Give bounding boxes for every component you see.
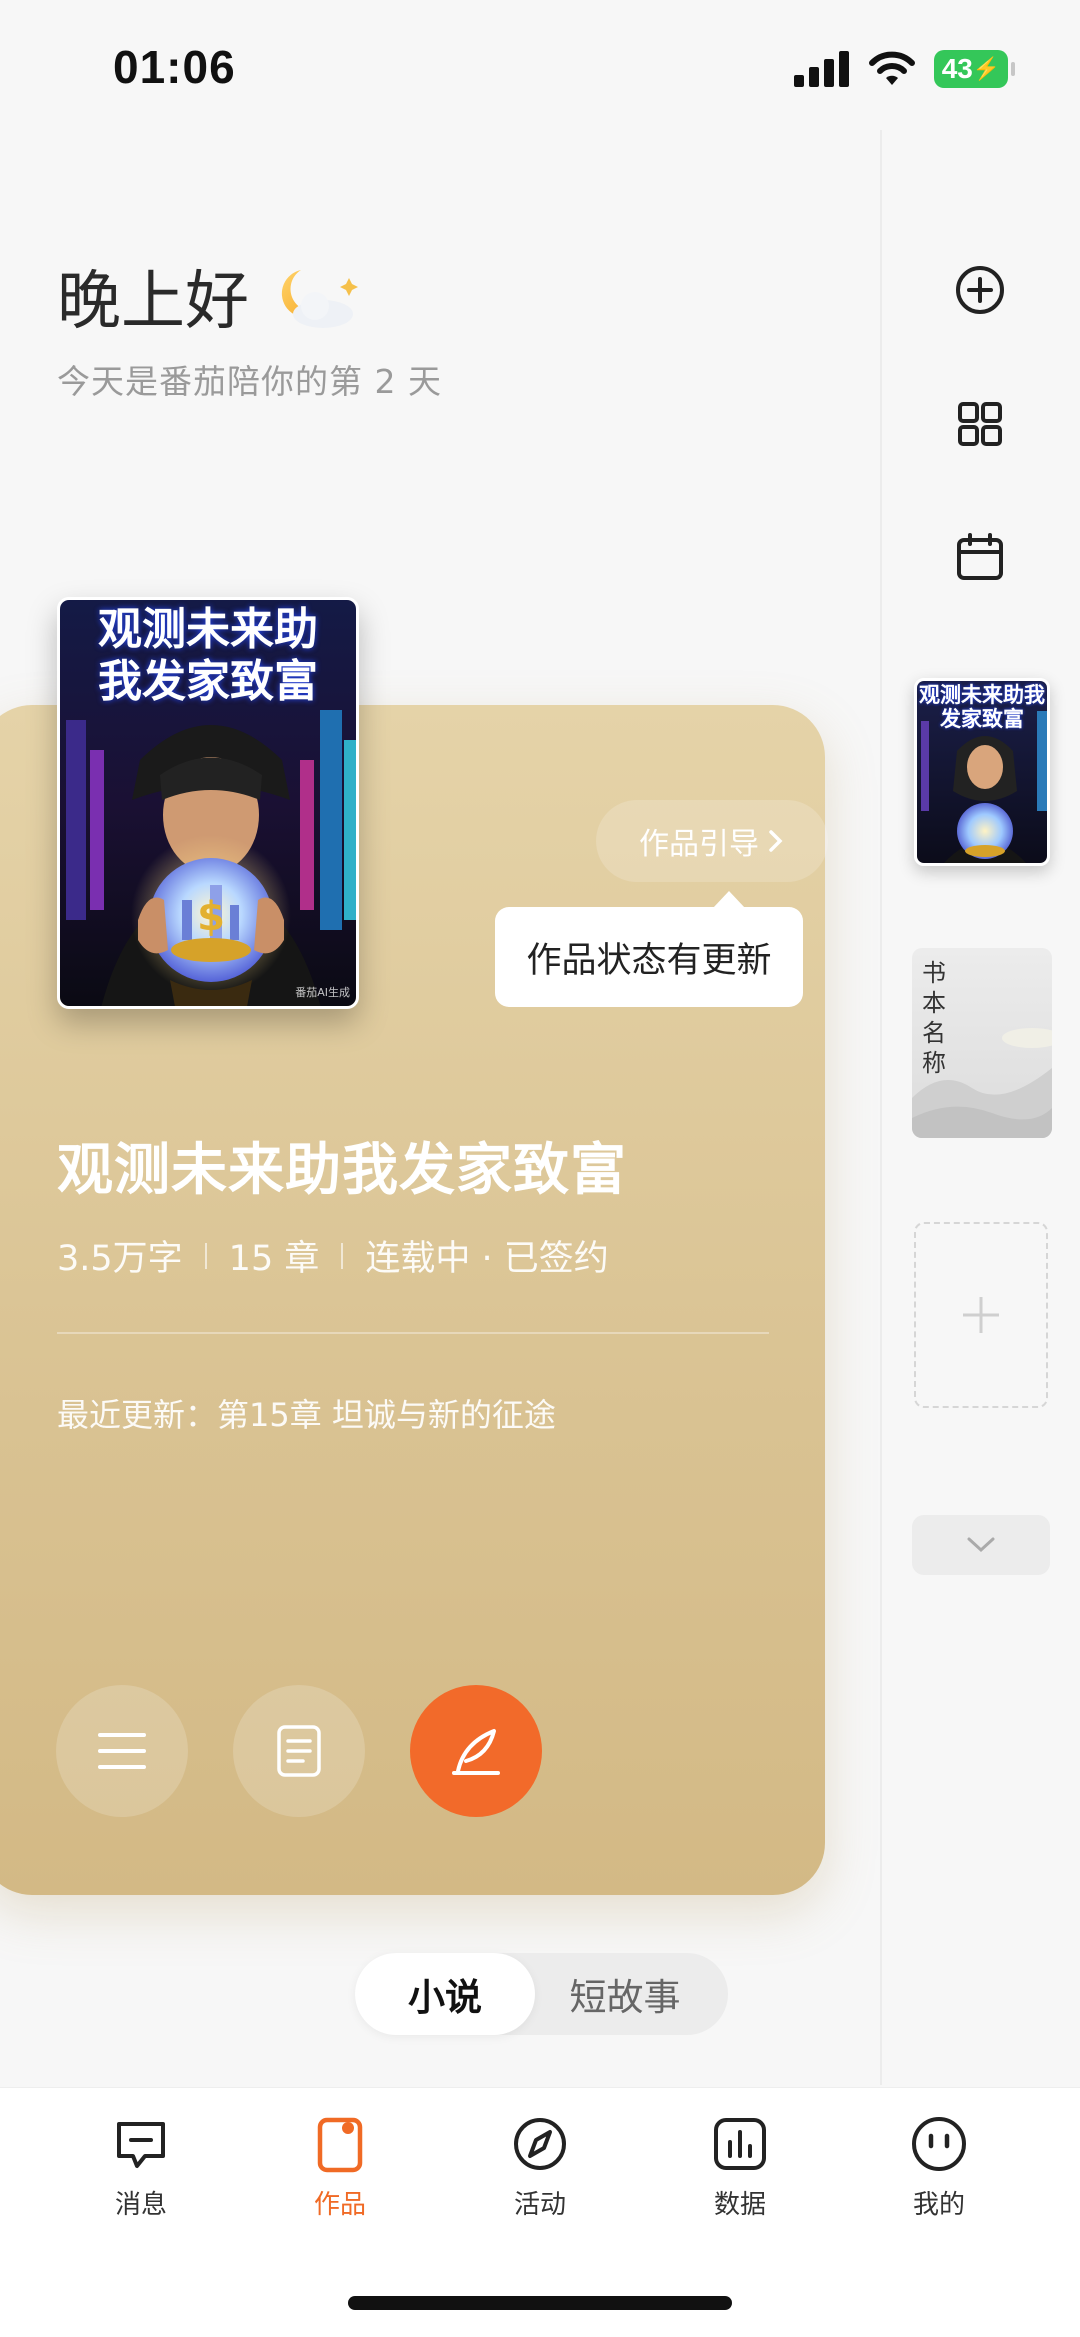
cover-watermark: 番茄AI生成: [295, 986, 350, 999]
book-status: 连载中 · 已签约: [365, 1239, 609, 1279]
greeting-subtitle: 今天是番茄陪你的第 2 天: [57, 362, 442, 401]
status-update-tooltip: 作品状态有更新: [495, 891, 803, 1007]
menu-button[interactable]: [56, 1685, 188, 1817]
greeting-title: 晚上好: [57, 250, 359, 342]
rail-cover-title: 观测未来助我发家致富: [919, 683, 1045, 731]
wifi-icon: [869, 51, 915, 85]
svg-text:$: $: [197, 894, 225, 940]
menu-icon: [98, 1733, 146, 1769]
cover-title: 观测未来助 我发家致富: [60, 604, 356, 708]
work-guide-button[interactable]: 作品引导: [596, 800, 828, 882]
nav-label-profile: 我的: [912, 2190, 965, 2220]
grid-icon[interactable]: [950, 394, 1010, 454]
word-count: 3.5万字: [57, 1239, 183, 1279]
cover-title-line2: 我发家致富: [98, 656, 318, 707]
calendar-icon[interactable]: [950, 528, 1010, 588]
message-icon: [117, 2122, 165, 2168]
work-guide-label: 作品引导: [639, 827, 759, 862]
status-time: 01:06: [113, 41, 236, 93]
type-segment[interactable]: 小说 短故事: [355, 1953, 728, 2035]
battery-level: 43: [941, 53, 973, 84]
chapter-count: 15 章: [228, 1239, 320, 1279]
add-circle-icon[interactable]: [950, 260, 1010, 320]
latest-update[interactable]: 最近更新：第15章 坦诚与新的征途: [57, 1390, 556, 1436]
nav-label-messages: 消息: [114, 2190, 167, 2220]
compass-icon: [514, 2118, 566, 2170]
add-book-button[interactable]: [914, 1222, 1048, 1408]
battery-indicator: 43 ⚡: [934, 50, 1015, 88]
works-icon: [317, 2117, 363, 2173]
write-button[interactable]: [410, 1685, 542, 1817]
chapter-list-button[interactable]: [233, 1685, 365, 1817]
nav-label-data: 数据: [713, 2190, 766, 2220]
nav-label-activities: 活动: [513, 2190, 566, 2220]
book-title: 观测未来助我发家致富: [57, 1138, 627, 1203]
greeting-text: 晚上好: [57, 265, 249, 339]
moon-cloud-icon: [281, 270, 358, 328]
chevron-down-icon: [967, 1537, 995, 1553]
rail-book-cover-placeholder[interactable]: 书本名称: [912, 948, 1052, 1138]
chevron-right-icon: [769, 830, 783, 852]
nav-data[interactable]: 数据: [680, 2114, 800, 2221]
home-indicator[interactable]: [348, 2296, 732, 2310]
rail-book-cover-selected[interactable]: 观测未来助我发家致富: [914, 678, 1050, 866]
card-divider: [57, 1332, 769, 1334]
nav-activities[interactable]: 活动: [480, 2114, 600, 2221]
book-meta: 3.5万字 15 章 连载中 · 已签约: [57, 1230, 609, 1281]
nav-label-works: 作品: [313, 2190, 366, 2220]
quill-icon: [452, 1729, 500, 1775]
document-icon: [277, 1725, 321, 1777]
nav-works[interactable]: 作品: [280, 2114, 400, 2221]
segment-short-story[interactable]: 短故事: [535, 1953, 715, 2035]
rail-divider: [880, 130, 882, 2085]
book-cover[interactable]: $ 观测未来助 我发家致富 番茄AI生成: [57, 597, 359, 1009]
chart-icon: [714, 2118, 766, 2170]
rail-expand-button[interactable]: [912, 1515, 1050, 1575]
plus-icon: [963, 1297, 999, 1333]
cover-title-line1: 观测未来助: [98, 604, 318, 655]
segment-novel[interactable]: 小说: [355, 1953, 535, 2035]
face-icon: [912, 2117, 966, 2171]
status-icons: 43 ⚡: [794, 50, 1015, 88]
nav-messages[interactable]: 消息: [81, 2114, 201, 2221]
meta-separator: [204, 1242, 207, 1269]
signal-icon: [794, 51, 849, 87]
placeholder-book-title: 书本名称: [922, 959, 946, 1077]
nav-profile[interactable]: 我的: [879, 2114, 999, 2221]
meta-separator: [341, 1242, 344, 1269]
